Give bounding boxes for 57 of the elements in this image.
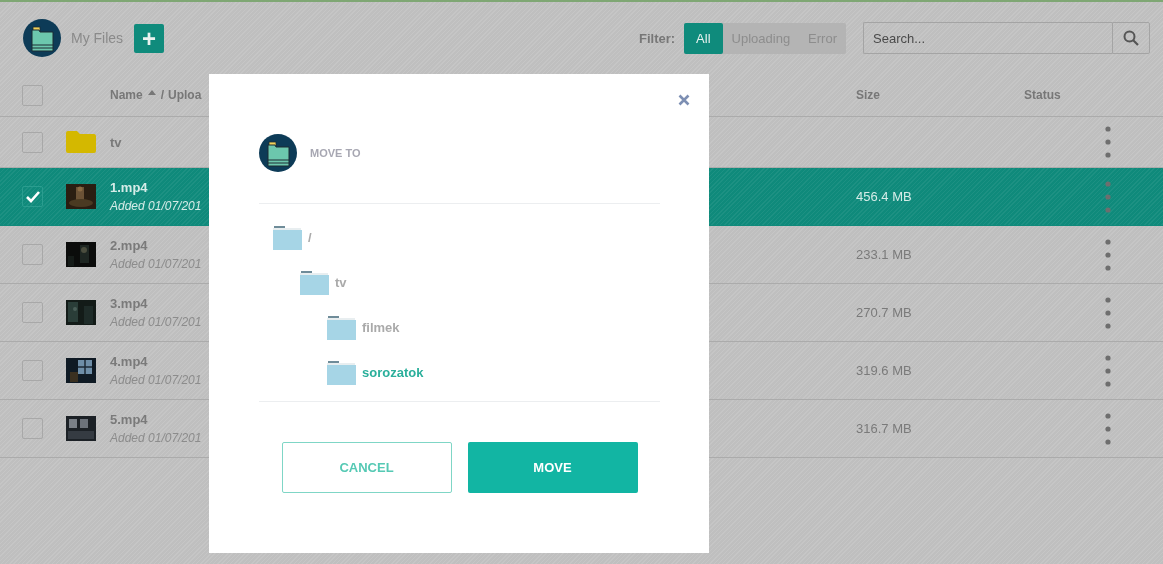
column-header[interactable]: Size: [856, 88, 880, 102]
folder-icon: [327, 315, 356, 340]
folder-tree-item[interactable]: filmek: [327, 305, 400, 350]
close-button[interactable]: [678, 94, 690, 106]
search-button[interactable]: [1112, 22, 1150, 54]
add-button[interactable]: +: [134, 23, 165, 53]
filter-tab[interactable]: All: [684, 22, 723, 54]
file-name: 2.mp4: [110, 238, 148, 253]
file-name: 3.mp4: [110, 296, 148, 311]
upload-date: Added 01/07/201: [110, 315, 202, 329]
folder-icon: [300, 270, 329, 295]
app-logo-icon: [23, 19, 61, 57]
folder-icon: [66, 131, 96, 153]
checkbox[interactable]: [22, 186, 43, 207]
upload-date: Added 01/07/201: [110, 431, 202, 445]
checkbox[interactable]: [22, 302, 43, 323]
dialog-logo-icon: [259, 134, 297, 172]
column-header[interactable]: Name: [110, 88, 143, 102]
page-title: My Files: [71, 30, 124, 46]
checkbox[interactable]: [22, 360, 43, 381]
file-size: 270.7 MB: [856, 305, 912, 320]
checkbox[interactable]: [22, 84, 43, 106]
file-size: 456.4 MB: [856, 189, 912, 204]
filter-label: Filter:: [639, 30, 676, 46]
file-name: 5.mp4: [110, 412, 148, 427]
check-icon: [25, 190, 40, 203]
close-icon: [678, 94, 690, 106]
search-field[interactable]: Search...: [863, 22, 1112, 54]
file-size: 316.7 MB: [856, 421, 912, 436]
cancel-button[interactable]: CANCEL: [281, 442, 452, 493]
file-name: 4.mp4: [110, 354, 148, 369]
folder-tree-item[interactable]: /: [273, 215, 312, 260]
more-options-icon[interactable]: [1105, 412, 1111, 445]
file-name: tv: [110, 134, 122, 150]
file-size: 233.1 MB: [856, 247, 912, 262]
more-options-icon[interactable]: [1105, 354, 1111, 387]
search-icon: [1123, 30, 1139, 46]
dialog-title: MOVE TO: [310, 147, 361, 159]
folder-icon: [327, 360, 356, 385]
file-name: 1.mp4: [110, 180, 148, 195]
move-button[interactable]: MOVE: [467, 442, 638, 493]
checkbox[interactable]: [22, 418, 43, 439]
checkbox[interactable]: [22, 244, 43, 265]
checkbox[interactable]: [22, 131, 43, 153]
upload-date: Added 01/07/201: [110, 199, 202, 213]
more-options-icon[interactable]: [1105, 296, 1111, 329]
folder-tree-item[interactable]: sorozatok: [327, 350, 424, 395]
column-header[interactable]: Uploa: [168, 88, 202, 102]
upload-date: Added 01/07/201: [110, 373, 202, 387]
column-header[interactable]: Status: [1024, 88, 1061, 102]
folder-icon: [273, 225, 302, 250]
more-options-icon[interactable]: [1105, 238, 1111, 271]
more-options-icon[interactable]: [1105, 126, 1111, 158]
file-size: 319.6 MB: [856, 363, 912, 378]
column-separator: /: [160, 88, 165, 102]
folder-tree-item[interactable]: tv: [300, 260, 347, 305]
upload-date: Added 01/07/201: [110, 257, 202, 271]
